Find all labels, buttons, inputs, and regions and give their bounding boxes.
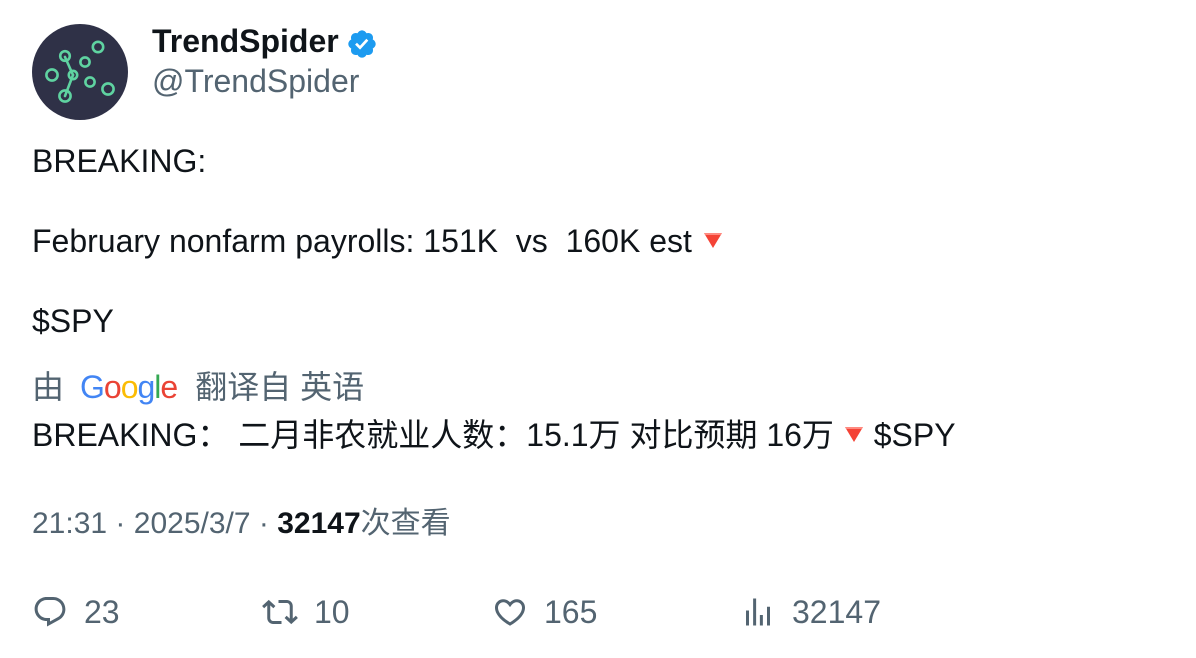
meta-separator: · [258,507,269,540]
views-action-count: 32147 [792,593,881,630]
network-nodes-icon [45,40,115,103]
verified-badge-icon [348,30,376,58]
meta-separator: · [115,507,126,540]
tweet-card: TrendSpider @TrendSpider BREAKING: Febru… [0,0,1196,658]
tweet-meta: 21:31 · 2025/3/7 · 32147次查看 [32,505,451,543]
translated-by-label: 由 [32,369,65,405]
translated-from-label[interactable]: 翻译自 英语 [195,369,364,405]
views-count: 32147 [277,507,361,540]
user-handle[interactable]: @TrendSpider [152,62,359,100]
heart-icon [494,599,526,626]
tweet-text-line: BREAKING: [32,143,207,179]
cashtag-link[interactable]: $SPY [32,302,114,340]
retweet-button[interactable]: 10 [262,590,350,634]
translated-text-main: BREAKING： 二月非农就业人数：15.1万 对比预期 16万 [32,417,834,453]
avatar[interactable] [32,24,128,120]
reply-button[interactable]: 23 [32,590,120,634]
translated-text: BREAKING： 二月非农就业人数：15.1万 对比预期 16万 $SPY [32,416,956,454]
red-down-triangle-icon [844,427,863,442]
like-count: 165 [544,593,598,630]
reply-count: 23 [84,593,120,630]
google-logo[interactable]: Google [80,368,178,406]
bar-chart-icon [746,598,770,626]
retweet-count: 10 [314,593,350,630]
views-button[interactable]: 32147 [740,590,881,634]
display-name[interactable]: TrendSpider [152,22,339,60]
views-label: 次查看 [360,507,451,540]
tweet-text: February nonfarm payrolls: 151K vs 160K … [32,223,692,259]
retweet-icon [262,599,298,625]
action-bar: 23 10 165 32147 [0,590,1196,634]
translation-attribution: 由 Google 翻译自 英语 [32,368,364,406]
reply-icon [34,597,66,627]
cashtag-link[interactable]: $SPY [874,417,956,453]
like-button[interactable]: 165 [492,590,597,634]
red-down-triangle-icon [703,233,722,248]
tweet-time[interactable]: 21:31 [32,507,107,540]
tweet-date[interactable]: 2025/3/7 [134,507,251,540]
tweet-text-line: February nonfarm payrolls: 151K vs 160K … [32,222,724,260]
